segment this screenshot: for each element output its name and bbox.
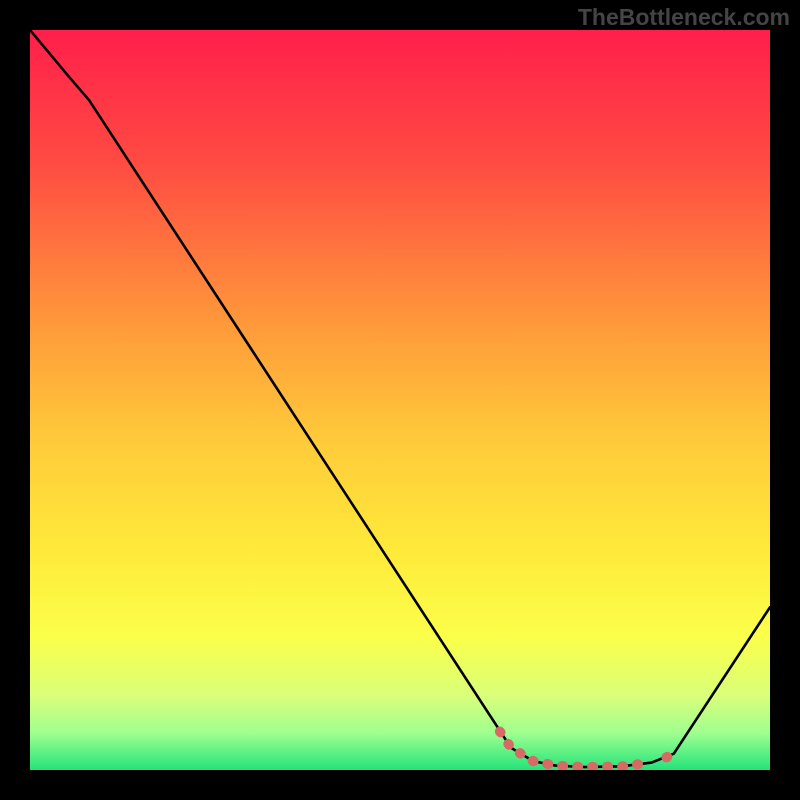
plot-area (30, 30, 770, 770)
gradient-background (30, 30, 770, 770)
attribution-label: TheBottleneck.com (578, 4, 790, 31)
bottleneck-svg (30, 30, 770, 770)
chart-container: TheBottleneck.com (0, 0, 800, 800)
